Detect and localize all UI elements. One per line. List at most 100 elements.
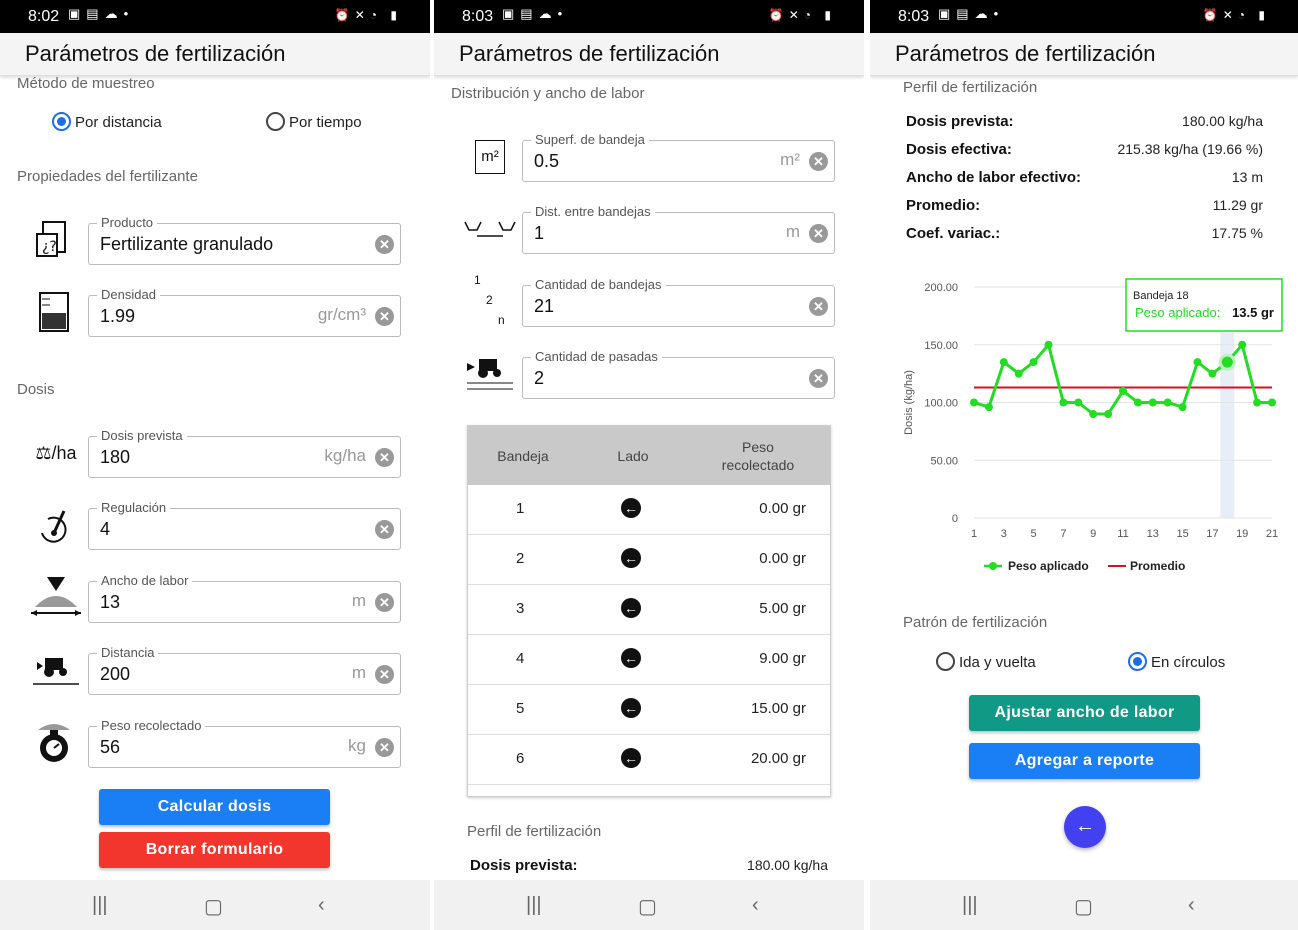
tooltip-label: Peso aplicado:: [1135, 305, 1220, 320]
page-title: Parámetros de fertilización: [25, 41, 286, 66]
radio-por-distancia[interactable]: Por distancia: [52, 112, 162, 131]
home-icon[interactable]: ▢: [638, 894, 657, 919]
y-tick-label: 150.00: [924, 340, 958, 352]
field-unit: m: [351, 663, 366, 682]
field-value: 0.5: [534, 151, 560, 171]
tray-weight: 15.00 gr: [750, 700, 806, 717]
adjust-width-button[interactable]: Ajustar ancho de labor: [969, 695, 1200, 731]
data-point: [1253, 398, 1262, 407]
dose-field[interactable]: Dosis prevista 180 kg/ha ✕: [88, 428, 401, 478]
back-icon[interactable]: ‹: [752, 894, 759, 917]
field-label: Cantidad de pasadas: [531, 349, 662, 364]
field-value: Fertilizante granulado: [100, 234, 274, 254]
radio-en-circulos[interactable]: En círculos: [1128, 652, 1225, 671]
clear-icon[interactable]: ✕: [375, 448, 394, 467]
side-arrow-left-icon[interactable]: ←: [621, 498, 641, 518]
clear-icon[interactable]: ✕: [809, 224, 828, 243]
table-row[interactable]: 1 ← 0.00 gr: [468, 485, 830, 535]
calculate-button[interactable]: Calcular dosis: [99, 789, 330, 825]
clear-icon[interactable]: ✕: [809, 297, 828, 316]
tray-count-field[interactable]: Cantidad de bandejas 21 ✕: [522, 277, 835, 327]
clear-icon[interactable]: ✕: [375, 738, 394, 757]
page-title: Parámetros de fertilización: [895, 41, 1156, 66]
regulation-field[interactable]: Regulación 4 ✕: [88, 500, 401, 550]
data-point: [1193, 358, 1202, 367]
side-arrow-left-icon[interactable]: ←: [621, 648, 641, 668]
recents-icon[interactable]: |||: [962, 894, 978, 917]
radio-por-tiempo[interactable]: Por tiempo: [266, 112, 362, 131]
clear-form-button[interactable]: Borrar formulario: [99, 832, 330, 868]
back-icon[interactable]: ‹: [1188, 894, 1195, 917]
table-row[interactable]: 6 ← 20.00 gr: [468, 735, 830, 785]
side-arrow-left-icon[interactable]: ←: [621, 698, 641, 718]
home-icon[interactable]: ▢: [1074, 894, 1093, 919]
table-row[interactable]: 4 ← 9.00 gr: [468, 635, 830, 685]
tray-distance-icon: [462, 207, 518, 255]
summary-row: Ancho de labor efectivo: 13 m: [906, 169, 1263, 191]
clear-icon[interactable]: ✕: [809, 152, 828, 171]
product-field[interactable]: Producto Fertilizante granulado ✕: [88, 215, 401, 265]
back-arrow-fab[interactable]: ←: [1064, 806, 1106, 848]
system-nav-bar: ||| ▢ ‹: [870, 880, 1298, 930]
table-row[interactable]: 2 ← 0.00 gr: [468, 535, 830, 585]
tray-area-icon: m²: [466, 133, 514, 181]
notification-icons: ▣▤☁•: [938, 6, 1005, 21]
table-row[interactable]: 3 ← 5.00 gr: [468, 585, 830, 635]
clear-icon[interactable]: ✕: [375, 307, 394, 326]
data-point: [1059, 398, 1068, 407]
y-tick-label: 50.00: [930, 455, 958, 467]
data-point: [1074, 398, 1083, 407]
tray-form: Distribución y ancho de labor m² Superf.…: [434, 77, 864, 880]
tray-area-field[interactable]: Superf. de bandeja 0.5 m² ✕: [522, 132, 835, 182]
radio-label: Por distancia: [75, 114, 162, 131]
radio-ida-y-vuelta[interactable]: Ida y vuelta: [936, 652, 1036, 671]
profile-content: Perfil de fertilización Dosis prevista: …: [870, 77, 1298, 880]
home-icon[interactable]: ▢: [204, 894, 223, 919]
system-icons: ⏰✕◔ ▮: [768, 8, 836, 22]
x-tick-label: 5: [1031, 528, 1037, 540]
summary-value: 17.75 %: [1211, 225, 1263, 241]
legend-label: Peso aplicado: [1008, 559, 1089, 573]
field-value: 200: [100, 664, 131, 684]
table-row[interactable]: 5 ← 15.00 gr: [468, 685, 830, 735]
side-arrow-left-icon[interactable]: ←: [621, 748, 641, 768]
field-label: Distancia: [97, 645, 159, 660]
recents-icon[interactable]: |||: [526, 894, 542, 917]
field-unit: m: [785, 222, 800, 241]
radio-label: Ida y vuelta: [959, 654, 1036, 671]
summary-row: Dosis efectiva: 215.38 kg/ha (19.66 %): [906, 141, 1263, 163]
clear-icon[interactable]: ✕: [375, 665, 394, 684]
passes-field[interactable]: Cantidad de pasadas 2 ✕: [522, 349, 835, 399]
x-tick-label: 19: [1236, 528, 1248, 540]
side-arrow-left-icon[interactable]: ←: [621, 548, 641, 568]
status-time: 8:03: [898, 8, 930, 25]
width-field[interactable]: Ancho de labor 13 m ✕: [88, 573, 401, 623]
clear-icon[interactable]: ✕: [375, 520, 394, 539]
weight-field[interactable]: Peso recolectado 56 kg ✕: [88, 718, 401, 768]
tray-distance-field[interactable]: Dist. entre bandejas 1 m ✕: [522, 204, 835, 254]
side-arrow-left-icon[interactable]: ←: [621, 598, 641, 618]
recents-icon[interactable]: |||: [92, 894, 108, 917]
svg-text:¿?: ¿?: [42, 239, 57, 255]
density-field[interactable]: Densidad 1.99 gr/cm³ ✕: [88, 287, 401, 337]
radio-selected-icon: [52, 112, 71, 131]
summary-row: Dosis prevista: 180.00 kg/ha: [906, 113, 1263, 135]
dose-scale-icon: ⚖/ha: [35, 442, 77, 463]
sampling-heading: Método de muestreo: [17, 77, 155, 92]
summary-key: Dosis prevista:: [906, 113, 1014, 130]
clear-icon[interactable]: ✕: [375, 235, 394, 254]
dose-icon-text: /ha: [51, 442, 77, 463]
tractor-distance-icon: [28, 646, 84, 694]
back-icon[interactable]: ‹: [318, 894, 325, 917]
tray-number: 2: [516, 550, 525, 567]
add-report-button[interactable]: Agregar a reporte: [969, 743, 1200, 779]
system-nav-bar: ||| ▢ ‹: [0, 880, 430, 930]
pattern-heading: Patrón de fertilización: [903, 614, 1048, 631]
tray-weight: 0.00 gr: [759, 550, 806, 567]
clear-icon[interactable]: ✕: [375, 593, 394, 612]
distance-field[interactable]: Distancia 200 m ✕: [88, 645, 401, 695]
clear-icon[interactable]: ✕: [809, 369, 828, 388]
data-point: [1133, 398, 1142, 407]
tray-number: 3: [516, 600, 525, 617]
tray-count-icon: 1 2 n: [462, 273, 518, 329]
